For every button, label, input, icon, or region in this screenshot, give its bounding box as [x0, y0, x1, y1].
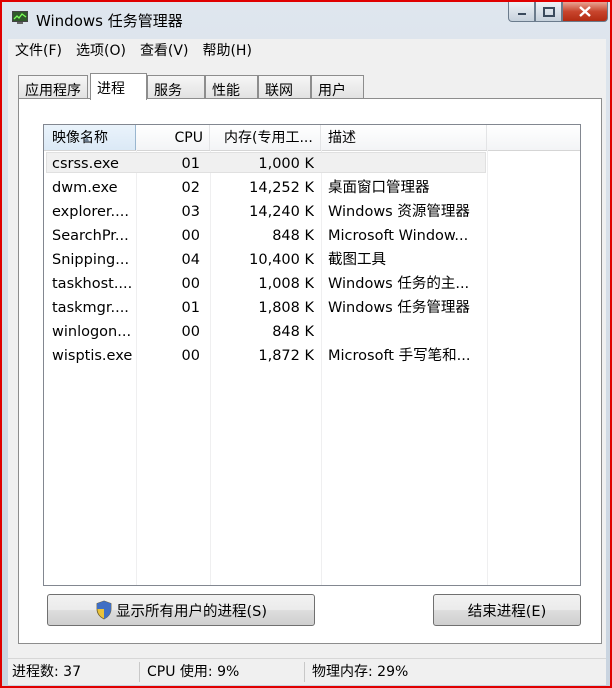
uac-shield-icon	[96, 600, 112, 620]
processes-panel: ▲ 映像名称 CPU 内存(专用工... 描述 csrss.exe 01 1,0	[18, 98, 602, 644]
menu-options[interactable]: 选项(O)	[69, 40, 133, 60]
menu-file[interactable]: 文件(F)	[8, 40, 69, 60]
process-cpu: 02	[181, 180, 200, 196]
process-list[interactable]: ▲ 映像名称 CPU 内存(专用工... 描述 csrss.exe 01 1,0	[43, 124, 581, 586]
maximize-button[interactable]	[535, 2, 562, 22]
process-name: winlogon...	[52, 324, 132, 340]
process-description	[328, 151, 488, 175]
process-description: Windows 资源管理器	[328, 204, 470, 220]
process-memory: 848 K	[272, 228, 314, 244]
process-name: Snipping...	[52, 252, 130, 268]
tab-services[interactable]: 服务	[147, 75, 205, 99]
status-bar: 进程数: 37 CPU 使用: 9% 物理内存: 29%	[8, 658, 606, 685]
column-header-description[interactable]: 描述	[321, 125, 487, 150]
process-name: taskhost....	[52, 276, 133, 292]
process-memory: 14,252 K	[249, 180, 314, 196]
close-icon	[579, 6, 591, 17]
column-header-filler	[487, 125, 580, 150]
process-description: Windows 任务管理器	[328, 300, 470, 316]
table-row[interactable]: winlogon... 00 848 K	[44, 319, 580, 343]
process-memory: 1,000 K	[258, 156, 314, 172]
status-process-count: 进程数: 37	[12, 664, 81, 680]
end-process-button[interactable]: 结束进程(E)	[433, 594, 581, 626]
table-row[interactable]: dwm.exe 02 14,252 K 桌面窗口管理器	[44, 175, 580, 199]
status-divider	[304, 662, 305, 682]
status-physical-memory: 物理内存: 29%	[312, 664, 409, 680]
process-name: csrss.exe	[52, 156, 119, 172]
column-header-memory[interactable]: 内存(专用工...	[210, 125, 321, 150]
process-cpu: 01	[181, 300, 200, 316]
minimize-icon	[517, 12, 526, 15]
menu-view[interactable]: 查看(V)	[133, 40, 196, 60]
table-row[interactable]: explorer.... 03 14,240 K Windows 资源管理器	[44, 199, 580, 223]
process-description: Microsoft 手写笔和...	[328, 348, 471, 364]
process-cpu: 00	[181, 348, 200, 364]
status-divider	[139, 662, 140, 682]
tab-users[interactable]: 用户	[311, 75, 364, 99]
task-manager-icon	[12, 11, 28, 24]
column-header-image-name[interactable]: ▲ 映像名称	[44, 125, 136, 150]
process-cpu: 04	[181, 252, 200, 268]
menu-help[interactable]: 帮助(H)	[195, 40, 258, 60]
process-cpu: 00	[181, 276, 200, 292]
list-header: ▲ 映像名称 CPU 内存(专用工... 描述	[44, 125, 580, 151]
process-cpu: 00	[181, 228, 200, 244]
show-all-users-label: 显示所有用户的进程(S)	[115, 603, 268, 620]
process-description	[328, 319, 488, 343]
tab-applications[interactable]: 应用程序	[18, 75, 88, 99]
table-row[interactable]: wisptis.exe 00 1,872 K Microsoft 手写笔和...	[44, 343, 580, 367]
title-bar[interactable]: Windows 任务管理器	[2, 2, 610, 36]
process-memory: 10,400 K	[249, 252, 314, 268]
table-row[interactable]: Snipping... 04 10,400 K 截图工具	[44, 247, 580, 271]
process-memory: 14,240 K	[249, 204, 314, 220]
table-row[interactable]: taskmgr.... 01 1,808 K Windows 任务管理器	[44, 295, 580, 319]
tab-processes[interactable]: 进程	[90, 73, 147, 100]
process-name: taskmgr....	[52, 300, 129, 316]
client-area: 应用程序 进程 服务 性能 联网 用户 ▲ 映像名称 CPU 内存(专用工...…	[8, 61, 606, 658]
minimize-button[interactable]	[508, 2, 535, 22]
caption-buttons	[508, 2, 608, 24]
process-description: 截图工具	[328, 252, 386, 268]
process-cpu: 00	[181, 324, 200, 340]
window-title: Windows 任务管理器	[36, 12, 183, 30]
process-name: explorer....	[52, 204, 129, 220]
table-row[interactable]: taskhost.... 00 1,008 K Windows 任务的主...	[44, 271, 580, 295]
process-memory: 1,872 K	[258, 348, 314, 364]
process-name: dwm.exe	[52, 180, 118, 196]
status-cpu-usage: CPU 使用: 9%	[147, 664, 240, 680]
process-cpu: 03	[181, 204, 200, 220]
process-memory: 848 K	[272, 324, 314, 340]
column-header-cpu[interactable]: CPU	[136, 125, 210, 150]
process-name: wisptis.exe	[52, 348, 133, 364]
table-row[interactable]: csrss.exe 01 1,000 K	[44, 151, 580, 175]
process-memory: 1,008 K	[258, 276, 314, 292]
column-header-image-name-label: 映像名称	[52, 130, 108, 146]
maximize-icon	[542, 6, 555, 17]
process-description: 桌面窗口管理器	[328, 180, 430, 196]
task-manager-window: Windows 任务管理器 文件(F) 选项(O) 查看(V) 帮助(H) 应用…	[0, 0, 612, 688]
sort-up-icon: ▲	[84, 135, 90, 143]
table-row[interactable]: SearchPr... 00 848 K Microsoft Window...	[44, 223, 580, 247]
menu-bar: 文件(F) 选项(O) 查看(V) 帮助(H)	[8, 39, 606, 61]
tab-networking[interactable]: 联网	[258, 75, 311, 99]
process-name: SearchPr...	[52, 228, 129, 244]
process-description: Windows 任务的主...	[328, 276, 470, 292]
process-cpu: 01	[181, 156, 200, 172]
show-all-users-button[interactable]: 显示所有用户的进程(S)	[47, 594, 315, 626]
tab-performance[interactable]: 性能	[205, 75, 258, 99]
process-memory: 1,808 K	[258, 300, 314, 316]
process-description: Microsoft Window...	[328, 228, 469, 244]
close-button[interactable]	[562, 2, 608, 22]
